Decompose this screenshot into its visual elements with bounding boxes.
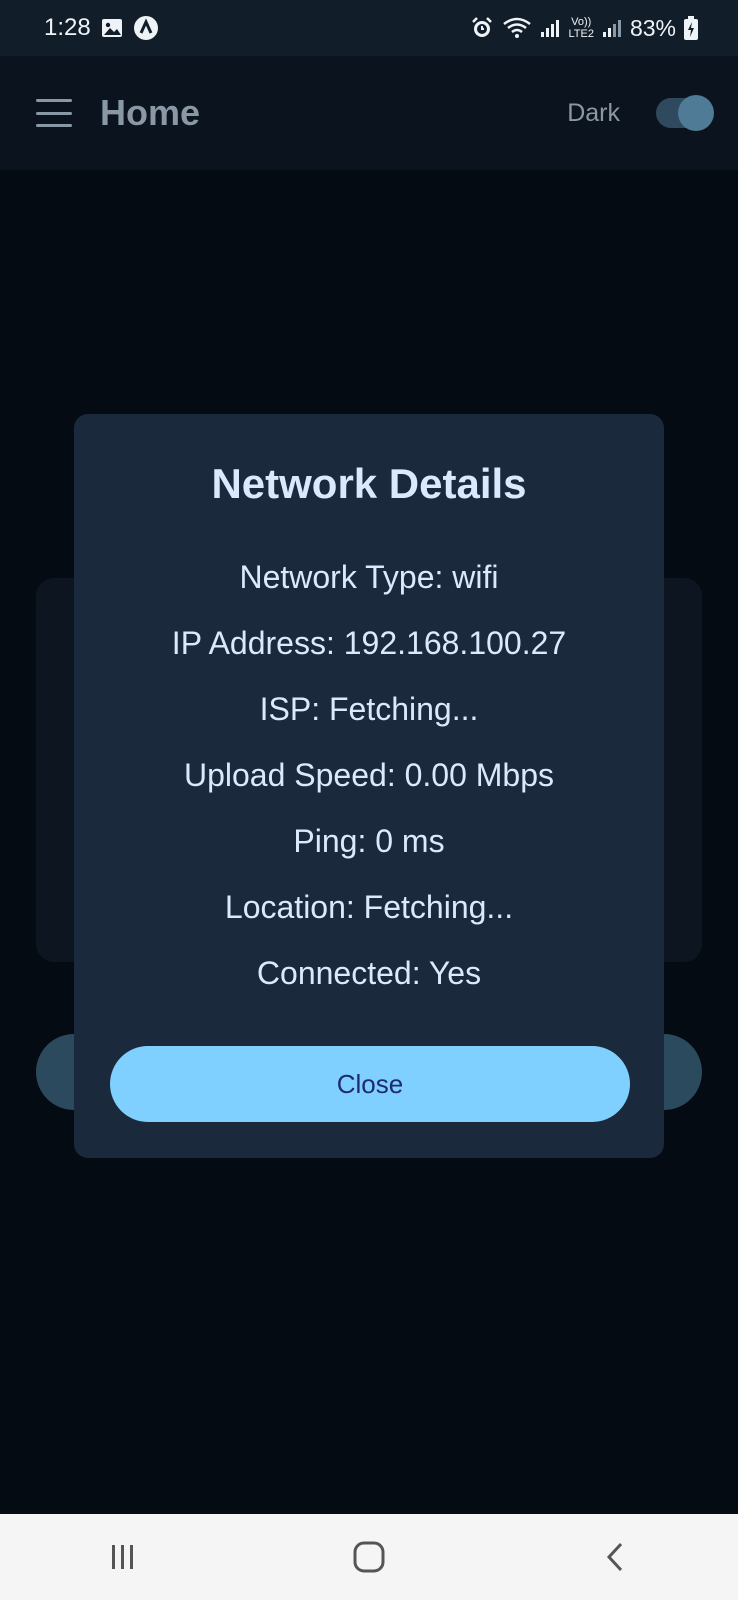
signal-icon — [540, 18, 560, 38]
dark-mode-toggle[interactable] — [656, 95, 714, 131]
battery-charging-icon — [684, 16, 698, 40]
hamburger-menu-icon[interactable] — [36, 99, 72, 127]
location-row: Location: Fetching... — [224, 889, 514, 925]
status-bar-right: Vo)) LTE2 83% — [470, 15, 698, 42]
ip-address-row: IP Address: 192.168.100.27 — [171, 625, 567, 661]
dark-mode-label: Dark — [567, 98, 620, 127]
home-icon[interactable] — [329, 1527, 409, 1587]
connected-row: Connected: Yes — [256, 955, 482, 991]
clock: 1:28 — [44, 14, 91, 41]
status-bar: 1:28 Vo)) LTE2 83% — [0, 0, 738, 56]
close-button[interactable]: Close — [110, 1046, 630, 1122]
recents-icon[interactable] — [83, 1527, 163, 1587]
navigation-bar — [0, 1514, 738, 1600]
signal-icon-2 — [602, 18, 622, 38]
app-bar: Home Dark — [0, 56, 738, 170]
app-notification-icon — [133, 15, 159, 41]
wifi-icon — [502, 16, 532, 40]
battery-percent: 83% — [629, 14, 676, 41]
upload-speed-row: Upload Speed: 0.00 Mbps — [183, 757, 555, 793]
page-title: Home — [100, 92, 201, 133]
gallery-icon — [101, 18, 123, 38]
volte-label: Vo)) LTE2 — [568, 16, 594, 40]
status-bar-left: 1:28 — [44, 14, 159, 42]
network-type-row: Network Type: wifi — [239, 559, 499, 595]
alarm-icon — [470, 16, 494, 40]
dialog-title: Network Details — [211, 460, 527, 507]
network-details-dialog: Network Details Network Type: wifi IP Ad… — [74, 414, 664, 1158]
details-list: Network Type: wifi IP Address: 192.168.1… — [74, 544, 664, 1006]
ping-row: Ping: 0 ms — [293, 823, 445, 859]
back-icon[interactable] — [575, 1527, 655, 1587]
toggle-knob — [678, 95, 714, 131]
isp-row: ISP: Fetching... — [259, 691, 479, 727]
